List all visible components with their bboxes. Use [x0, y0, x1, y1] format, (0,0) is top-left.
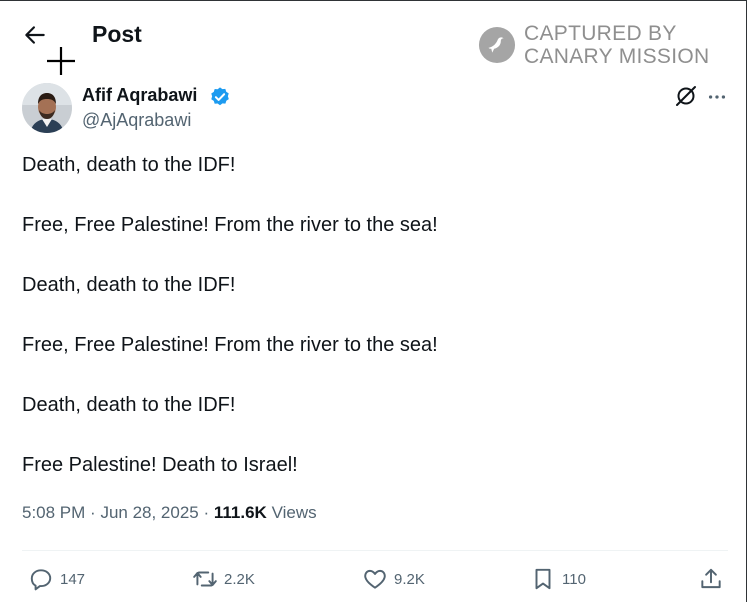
page-title: Post	[92, 21, 142, 47]
watermark-line-2: CANARY MISSION	[524, 45, 710, 68]
back-arrow-icon[interactable]	[22, 22, 48, 48]
author-name[interactable]: Afif Aqrabawi	[82, 85, 197, 106]
post-time[interactable]: 5:08 PM	[22, 503, 85, 522]
canary-mission-watermark: CAPTURED BY CANARY MISSION	[478, 22, 709, 68]
separator-dot: ·	[203, 503, 214, 522]
grok-icon[interactable]	[674, 84, 698, 108]
bookmark-count: 110	[562, 570, 586, 588]
repost-icon	[193, 571, 217, 587]
views-count: 111.6K	[213, 503, 267, 522]
post-text: Death, death to the IDF! Free, Free Pale…	[22, 150, 722, 510]
post-line: Death, death to the IDF!	[22, 394, 236, 416]
bookmark-icon	[535, 568, 551, 590]
repost-button[interactable]: 2.2K	[192, 565, 255, 593]
author-handle[interactable]: @AjAqrabawi	[82, 110, 191, 131]
separator-dot: ·	[90, 503, 101, 522]
share-icon	[701, 568, 721, 589]
post-line: Free Palestine! Death to Israel!	[22, 454, 298, 476]
reply-count: 147	[60, 570, 86, 588]
share-button[interactable]	[698, 565, 724, 593]
like-button[interactable]: 9.2K	[362, 565, 425, 593]
post-line: Free, Free Palestine! From the river to …	[22, 214, 438, 236]
watermark-line-1: CAPTURED BY	[524, 22, 677, 45]
canary-logo-icon	[478, 26, 516, 64]
like-count: 9.2K	[394, 570, 425, 588]
watermark-text: CAPTURED BY CANARY MISSION	[524, 22, 709, 68]
more-icon[interactable]	[706, 86, 728, 108]
post-line: Death, death to the IDF!	[22, 274, 236, 296]
crosshair-icon	[47, 47, 75, 75]
views-label: Views	[271, 503, 317, 522]
post-date[interactable]: Jun 28, 2025	[100, 503, 198, 522]
verified-badge-icon	[211, 87, 229, 106]
divider	[22, 550, 728, 551]
reply-icon	[30, 569, 52, 591]
post-line: Free, Free Palestine! From the river to …	[22, 334, 438, 356]
post-metadata: 5:08 PM · Jun 28, 2025 · 111.6K Views	[22, 503, 317, 523]
post-line: Death, death to the IDF!	[22, 154, 236, 176]
avatar[interactable]	[22, 83, 72, 133]
like-icon	[364, 569, 386, 589]
bookmark-button[interactable]: 110	[530, 565, 586, 593]
reply-button[interactable]: 147	[28, 565, 85, 593]
repost-count: 2.2K	[224, 570, 255, 588]
